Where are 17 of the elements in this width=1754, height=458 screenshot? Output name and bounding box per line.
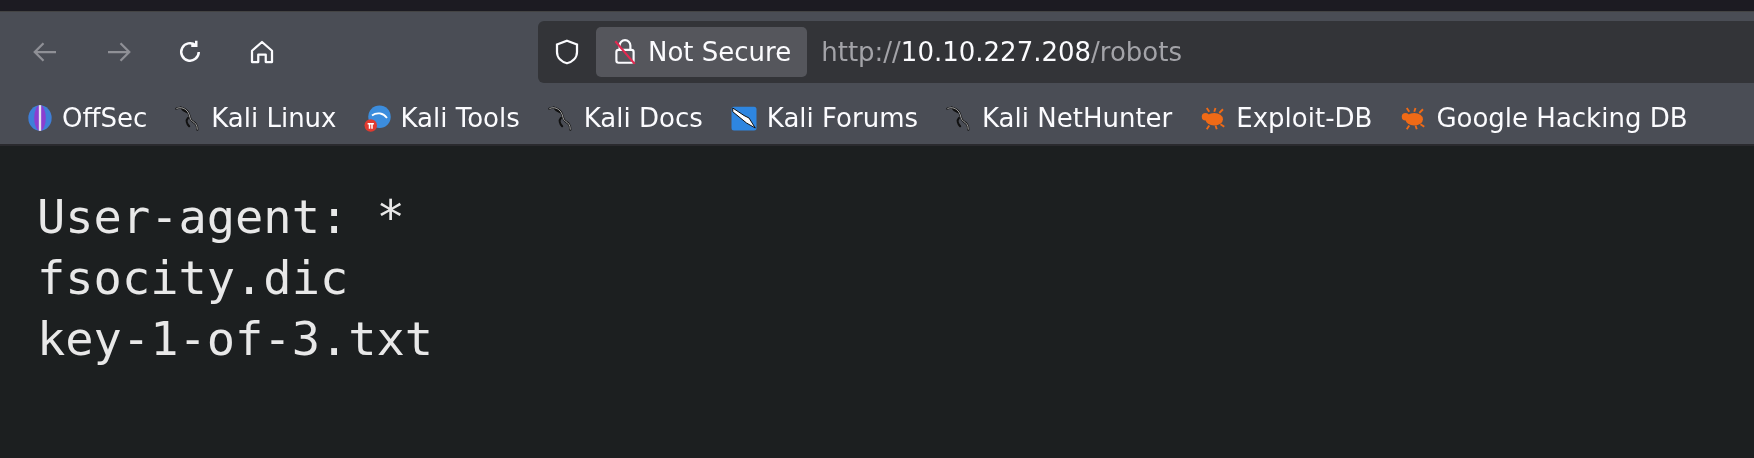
- bookmark-link[interactable]: OffSec: [26, 103, 148, 133]
- security-button[interactable]: Not Secure: [596, 27, 808, 77]
- bookmark-link[interactable]: Kali Forums: [728, 103, 918, 133]
- bookmark-link[interactable]: Kali NetHunter: [944, 103, 1173, 133]
- tools-logo-icon: [362, 103, 393, 133]
- url-text[interactable]: http://10.10.227.208/robots: [821, 37, 1182, 67]
- bookmark-link[interactable]: Google Hacking DB: [1398, 103, 1688, 133]
- bookmark-link[interactable]: Kali Docs: [545, 103, 703, 133]
- bookmark-link[interactable]: Exploit-DB: [1198, 103, 1373, 133]
- bookmark-link[interactable]: Kali Linux: [173, 103, 337, 133]
- bookmark-link[interactable]: Kali Tools: [362, 103, 520, 133]
- broken-lock-icon: [612, 38, 638, 66]
- offsec-logo-icon: [26, 104, 54, 132]
- address-bar[interactable]: Not Secure http://10.10.227.208/robots: [538, 21, 1754, 83]
- text-line: User-agent: *: [37, 188, 406, 246]
- text-line: fsocity.dic: [37, 249, 350, 307]
- text-line: key-1-of-3.txt: [37, 310, 435, 368]
